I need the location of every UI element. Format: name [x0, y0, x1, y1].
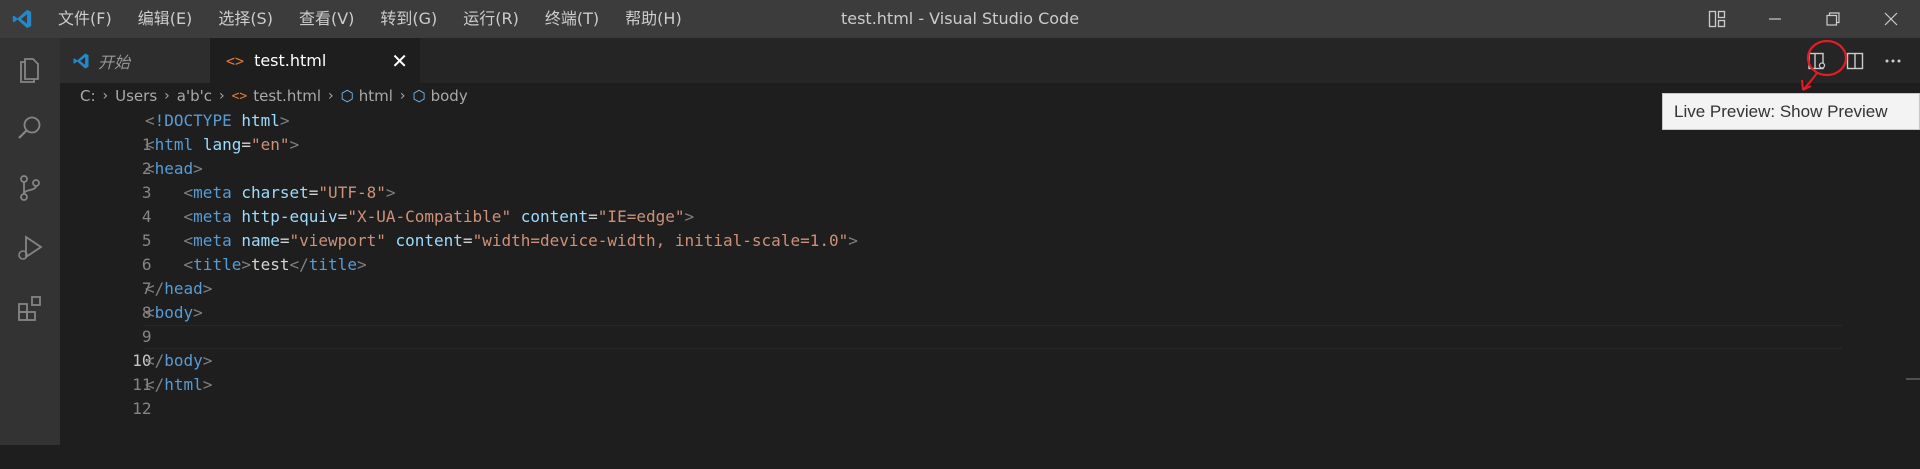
tooltip: Live Preview: Show Preview [1662, 93, 1920, 130]
breadcrumb-users[interactable]: Users [115, 87, 157, 105]
more-icon [1885, 59, 1901, 62]
symbol-cube-icon: ⬡ [412, 87, 426, 105]
extensions-button[interactable] [0, 278, 60, 338]
files-icon [20, 58, 39, 83]
chevron-right-icon: › [164, 88, 170, 104]
breadcrumb-user-folder[interactable]: a'b'c [177, 87, 212, 105]
chevron-right-icon: › [328, 88, 334, 104]
code-line: 6 <meta name="viewport" content="width=d… [60, 229, 1840, 274]
menu-bar: 文件(F) 编辑(E) 选择(S) 查看(V) 转到(G) 运行(R) 终端(T… [44, 0, 694, 38]
tab-test-html[interactable]: <> test.html ✕ [210, 38, 420, 83]
search-icon [18, 116, 41, 139]
menu-view[interactable]: 查看(V) [285, 0, 366, 38]
more-actions-button[interactable] [1874, 38, 1912, 83]
breadcrumb-drive[interactable]: C: [80, 87, 96, 105]
code-line: 7 <title>test</title> [60, 253, 1840, 298]
layout-icon [1708, 10, 1726, 28]
annotation-circle-arrow-icon [1801, 39, 1848, 91]
code-line: 9 <body> [60, 301, 1840, 346]
scrollbar-cursor-marker [1906, 378, 1920, 380]
chevron-right-icon: › [218, 88, 225, 104]
tab-welcome-label: 开始 [98, 52, 131, 72]
menu-selection[interactable]: 选择(S) [204, 0, 285, 38]
chevron-right-icon: › [399, 88, 406, 104]
code-line: 12 </html> [60, 373, 1840, 418]
code-line-active: 10 [60, 325, 1840, 370]
layout-toggle-button[interactable] [1688, 0, 1746, 38]
window-controls [1688, 0, 1920, 38]
line-number: 12 [132, 399, 152, 418]
code-line: 4 <meta charset="UTF-8"> [60, 181, 1840, 226]
breadcrumb-file[interactable]: test.html [253, 87, 321, 105]
minimize-button[interactable] [1746, 0, 1804, 38]
html-file-icon: <> [231, 88, 248, 104]
run-debug-button[interactable] [0, 218, 60, 278]
tab-bar: 开始 <> test.html ✕ [60, 38, 1920, 83]
code-line: 11 </body> [60, 349, 1840, 394]
close-icon [1884, 12, 1898, 26]
symbol-cube-icon: ⬡ [340, 87, 354, 105]
restore-button[interactable] [1804, 0, 1862, 38]
close-window-button[interactable] [1862, 0, 1920, 38]
extensions-icon [18, 296, 41, 321]
menu-file[interactable]: 文件(F) [44, 0, 124, 38]
menu-run[interactable]: 运行(R) [449, 0, 531, 38]
vscode-icon [73, 53, 89, 68]
menu-help[interactable]: 帮助(H) [611, 0, 694, 38]
code-line: 3 <head> [60, 157, 1840, 202]
vscode-logo-icon[interactable] [0, 0, 44, 38]
breadcrumb-symbol-body[interactable]: body [431, 87, 468, 105]
chevron-right-icon: › [102, 88, 109, 104]
explorer-button[interactable] [0, 38, 60, 98]
title-bar: 文件(F) 编辑(E) 选择(S) 查看(V) 转到(G) 运行(R) 终端(T… [0, 0, 1920, 38]
breadcrumb: C: › Users › a'b'c › <> test.html › ⬡ ht… [60, 83, 1920, 109]
minimize-icon [1769, 18, 1781, 20]
menu-go[interactable]: 转到(G) [366, 0, 449, 38]
code-line: 1 <!DOCTYPE html> [60, 109, 1840, 154]
html-file-icon: <> [226, 51, 245, 70]
breadcrumb-symbol-html[interactable]: html [359, 87, 393, 105]
source-control-button[interactable] [0, 158, 60, 218]
search-button[interactable] [0, 98, 60, 158]
run-debug-icon [18, 235, 43, 260]
code-line: 2 <html lang="en"> [60, 133, 1840, 178]
code-editor[interactable]: 1 <!DOCTYPE html> 2 <html lang="en"> 3 <… [60, 109, 1920, 445]
activity-bar [0, 38, 60, 445]
code-line: 5 <meta http-equiv="X-UA-Compatible" con… [60, 205, 1840, 250]
menu-edit[interactable]: 编辑(E) [124, 0, 205, 38]
menu-terminal[interactable]: 终端(T) [531, 0, 611, 38]
close-tab-icon[interactable]: ✕ [391, 51, 408, 71]
tab-welcome[interactable]: 开始 [60, 38, 210, 83]
restore-icon [1826, 12, 1840, 26]
source-control-icon [20, 175, 40, 201]
code-line: 8 </head> [60, 277, 1840, 322]
tab-test-html-label: test.html [254, 51, 327, 70]
